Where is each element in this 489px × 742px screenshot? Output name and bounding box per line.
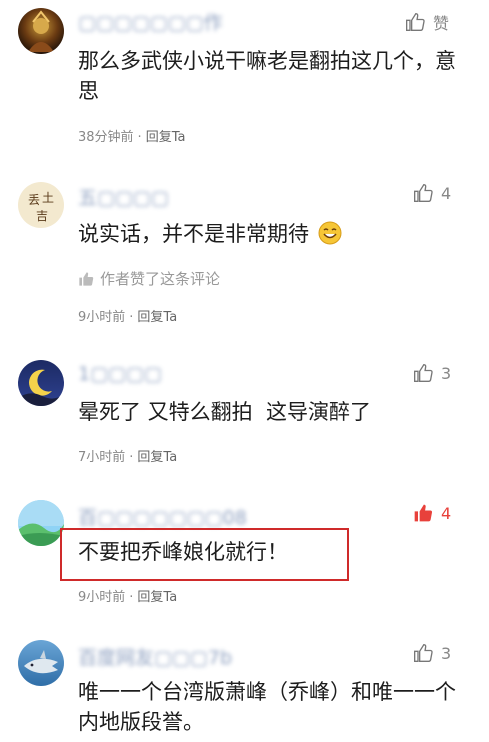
avatar[interactable]	[18, 500, 64, 546]
avatar[interactable]	[18, 360, 64, 406]
comment-time: 38分钟前	[78, 130, 134, 145]
like-button[interactable]: 赞	[405, 10, 449, 34]
username[interactable]: 百▢▢▢▢▢▢▢08	[78, 503, 247, 529]
smile-emoji-icon	[318, 221, 342, 245]
username[interactable]: 百度网友▢▢▢7b	[78, 643, 232, 669]
author-liked-text: 作者赞了这条评论	[100, 270, 221, 288]
comment-item: 百度网友▢▢▢7b 3 唯一一个台湾版萧峰（乔峰）和唯一一个内地版段誉。	[0, 625, 489, 742]
like-count: 3	[441, 643, 452, 663]
like-label: 赞	[433, 14, 450, 33]
like-count: 4	[441, 503, 452, 523]
like-count: 3	[441, 363, 452, 383]
landscape-avatar-icon	[18, 500, 64, 546]
svg-text:丢: 丢	[28, 193, 40, 207]
reply-link[interactable]: 回复Ta	[146, 130, 186, 145]
comment-time: 9小时前	[78, 590, 126, 605]
comment-meta: 7小时前 · 回复Ta	[78, 450, 178, 465]
shark-avatar-icon	[24, 650, 58, 674]
comment-text-body: 说实话，并不是非常期待	[78, 222, 309, 246]
thumbs-up-filled-icon	[414, 504, 433, 522]
comment-item: 1▢▢▢▢ 3 晕死了 又特么翻拍 这导演醉了 7小时前 · 回复Ta	[0, 345, 489, 475]
avatar[interactable]: 丢 土 吉	[18, 182, 64, 228]
username[interactable]: 五▢▢▢▢	[78, 183, 169, 209]
comment-meta: 9小时前 · 回复Ta	[78, 310, 178, 325]
calligraphy-avatar-icon: 丢 土 吉	[28, 191, 54, 223]
moon-avatar-icon	[18, 369, 64, 406]
highlight-annotation-box	[60, 528, 349, 581]
author-liked-note: 作者赞了这条评论	[78, 268, 220, 289]
comment-item: 丢 土 吉 五▢▢▢▢ 4 说实话，并不是非常期待 作者赞了这条评论 9小时前 ·…	[0, 165, 489, 335]
svg-text:土: 土	[42, 191, 54, 205]
avatar[interactable]	[18, 8, 64, 54]
comment-text: 说实话，并不是非常期待	[78, 219, 475, 249]
like-button[interactable]: 4	[413, 183, 451, 203]
comment-meta: 9小时前 · 回复Ta	[78, 590, 178, 605]
comment-item: ▢▢▢▢▢▢▢作 赞 那么多武侠小说干嘛老是翻拍这几个，意思 38分钟前 · 回复T…	[0, 0, 489, 150]
reply-link[interactable]: 回复Ta	[137, 450, 177, 465]
avatar[interactable]	[18, 640, 64, 686]
svg-text:吉: 吉	[36, 209, 48, 223]
username[interactable]: 1▢▢▢▢	[78, 363, 162, 385]
username[interactable]: ▢▢▢▢▢▢▢作	[78, 8, 223, 34]
comment-text: 晕死了 又特么翻拍 这导演醉了	[78, 400, 372, 424]
comment-time: 9小时前	[78, 310, 126, 325]
thumbs-up-filled-icon	[79, 271, 94, 286]
like-button[interactable]: 3	[413, 363, 451, 383]
comment-text: 那么多武侠小说干嘛老是翻拍这几个，意思	[78, 49, 456, 103]
comment-meta: 38分钟前 · 回复Ta	[78, 130, 186, 145]
reply-link[interactable]: 回复Ta	[137, 590, 177, 605]
comment-time: 7小时前	[78, 450, 126, 465]
comment-text: 唯一一个台湾版萧峰（乔峰）和唯一一个内地版段誉。	[78, 680, 456, 734]
reply-link[interactable]: 回复Ta	[137, 310, 177, 325]
like-button[interactable]: 4	[413, 503, 451, 523]
like-button[interactable]: 3	[413, 643, 451, 663]
thumbs-up-icon	[406, 12, 425, 31]
like-count: 4	[441, 183, 452, 203]
thumbs-up-icon	[414, 363, 433, 382]
warrior-avatar-icon	[28, 10, 54, 52]
thumbs-up-icon	[414, 643, 433, 662]
thumbs-up-icon	[414, 183, 433, 202]
